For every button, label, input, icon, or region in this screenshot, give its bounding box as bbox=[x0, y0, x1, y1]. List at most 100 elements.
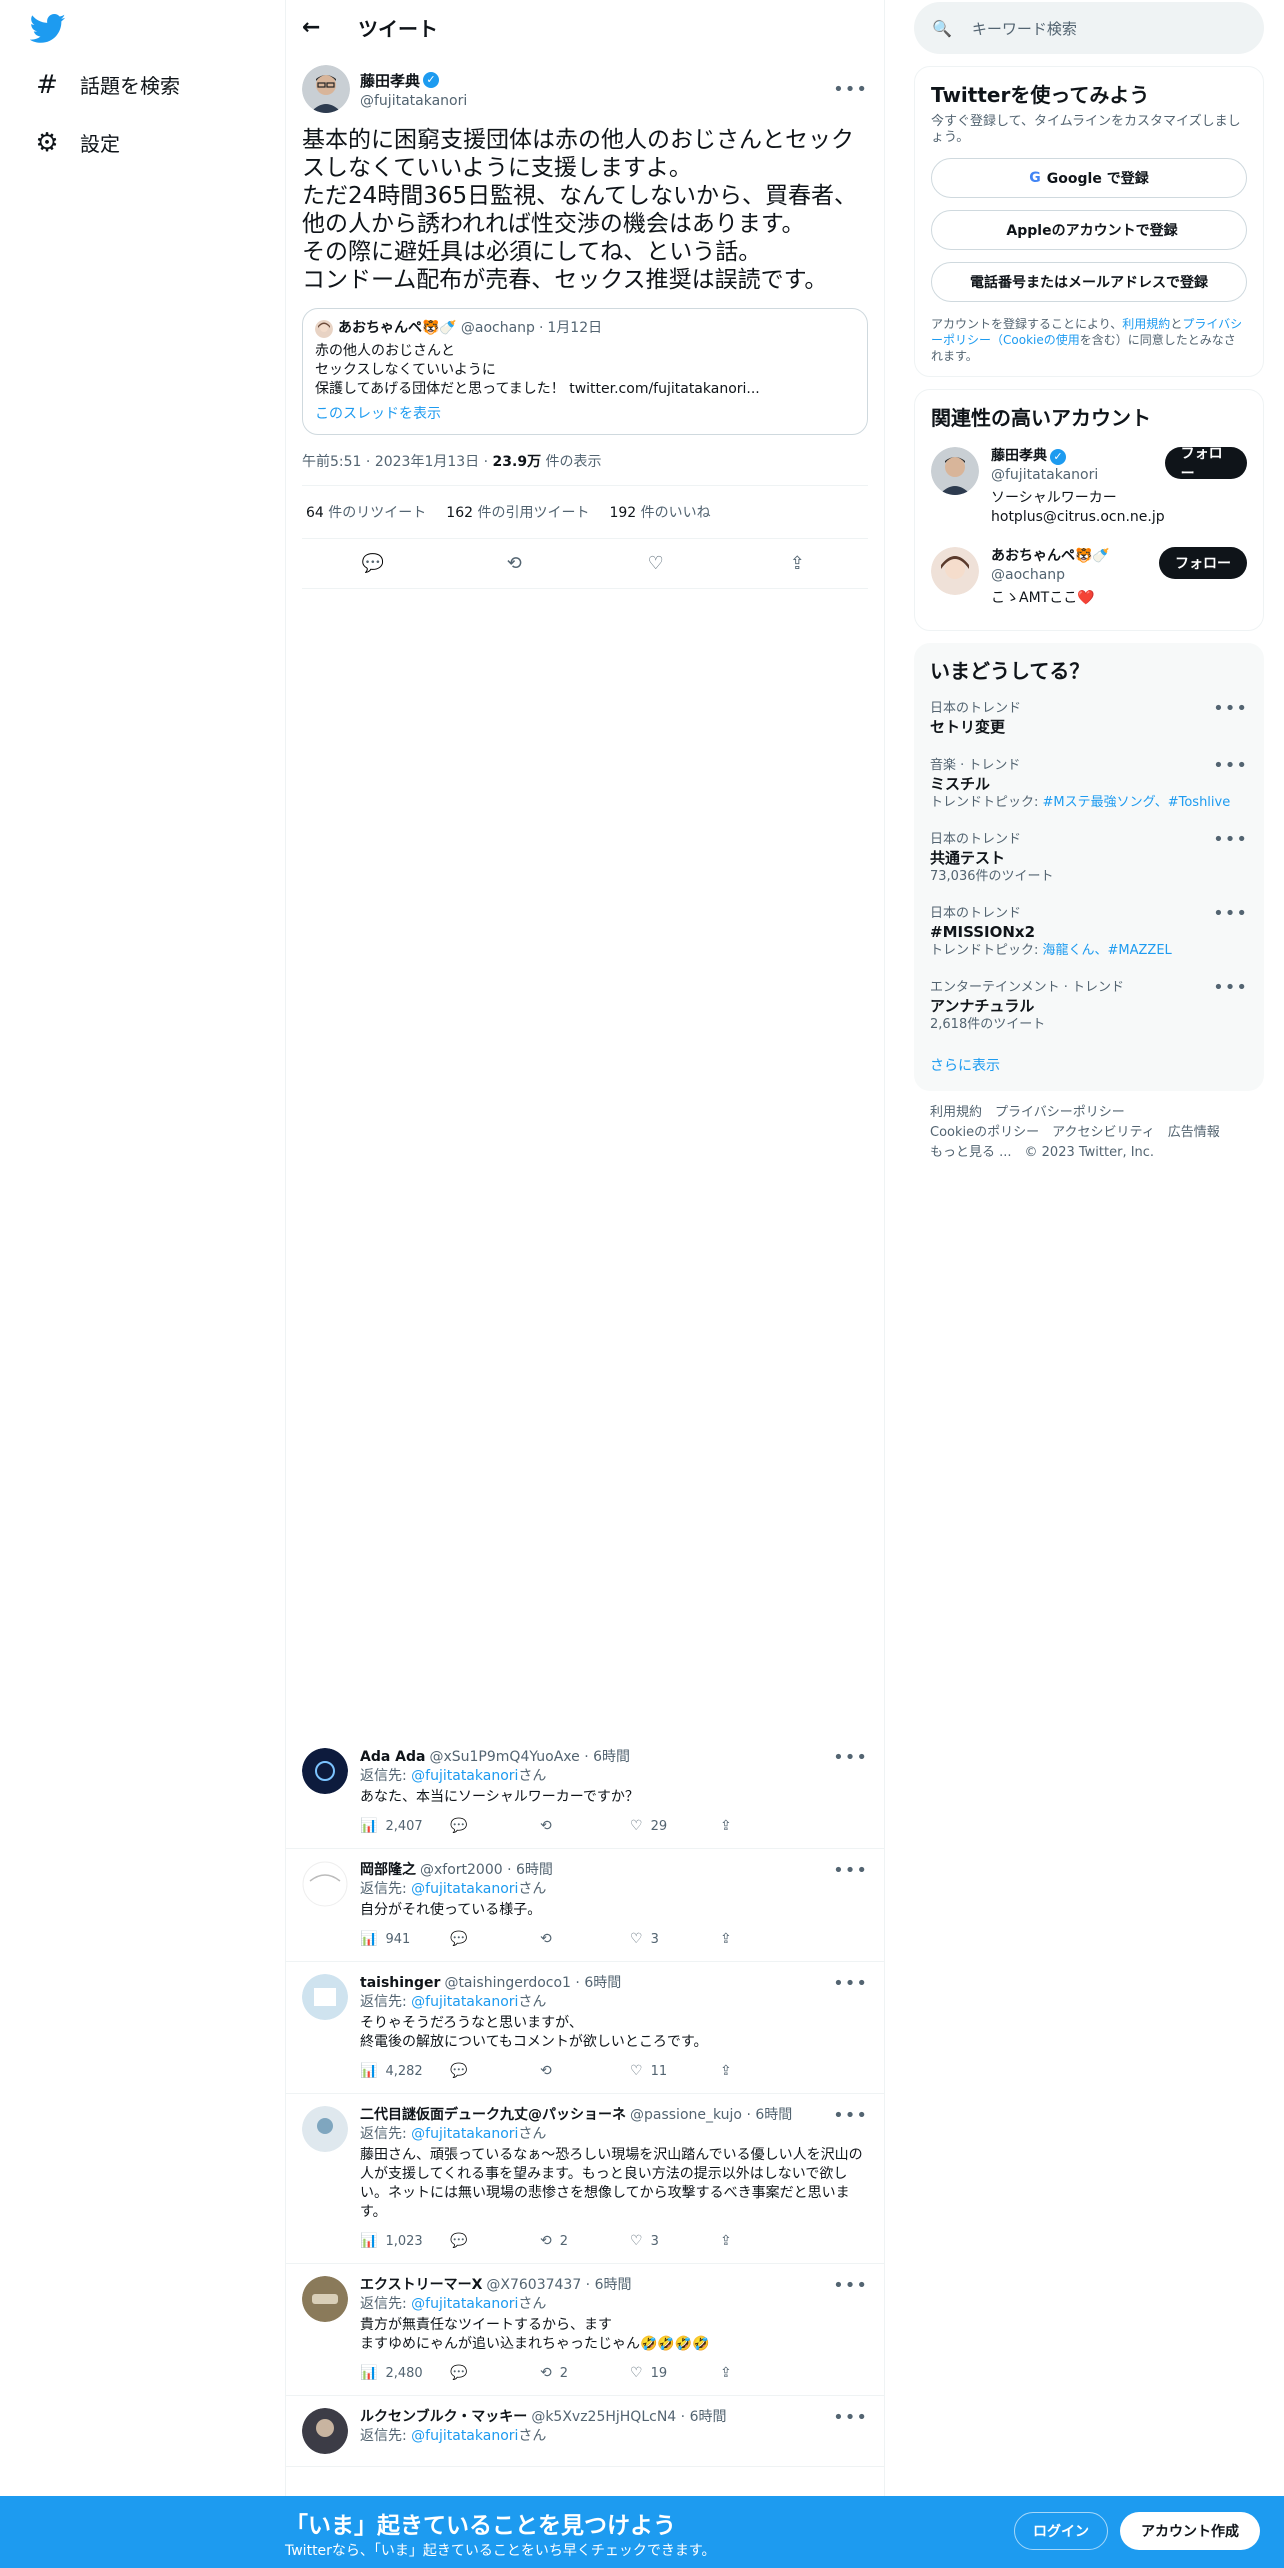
more-icon[interactable]: ••• bbox=[833, 1861, 868, 1880]
share-action[interactable]: ⇪ bbox=[720, 1817, 810, 1836]
reply-action[interactable]: 💬 bbox=[450, 1817, 540, 1836]
follow-button[interactable]: フォロー bbox=[1159, 547, 1247, 579]
share-action[interactable]: ⇪ bbox=[720, 2062, 810, 2081]
footer-links[interactable]: 利用規約 プライバシーポリシー bbox=[930, 1103, 1248, 1123]
more-icon[interactable]: ••• bbox=[1213, 757, 1248, 775]
reply-item[interactable]: 岡部隆之 @xfort2000 · 6時間 ••• 返信先: @fujitataka… bbox=[286, 1849, 884, 1962]
reply-avatar[interactable] bbox=[302, 2106, 348, 2152]
views-action[interactable]: 📊 1,023 bbox=[360, 2232, 450, 2251]
author-handle[interactable]: @fujitatakanori bbox=[360, 93, 833, 109]
trend-topics-link[interactable]: #Mステ最強ソング、#Toshlive bbox=[1043, 795, 1231, 810]
share-action[interactable]: ⇪ bbox=[720, 1930, 810, 1949]
reply-name[interactable]: エクストリーマーX bbox=[360, 2276, 482, 2295]
nav-settings[interactable]: ⚙ 設定 bbox=[34, 128, 120, 158]
avatar[interactable] bbox=[302, 65, 350, 113]
reply-action[interactable]: 💬 bbox=[450, 2364, 540, 2383]
like-icon[interactable]: ♡ bbox=[636, 553, 676, 574]
trend-item[interactable]: 音楽 · トレンド ミスチル トレンドトピック: #Mステ最強ソング、#Tosh… bbox=[930, 747, 1248, 821]
reply-to-handle[interactable]: @fujitatakanori bbox=[411, 2428, 518, 2444]
footer-links[interactable]: Cookieのポリシー アクセシビリティ 広告情報 bbox=[930, 1123, 1248, 1143]
reply-avatar[interactable] bbox=[302, 2408, 348, 2454]
account-item[interactable]: 藤田孝典 ✓ @fujitatakanori ソーシャルワーカー hotplus@… bbox=[931, 437, 1247, 537]
reply-name[interactable]: 岡部隆之 bbox=[360, 1861, 416, 1880]
signup-button[interactable]: アカウント作成 bbox=[1120, 2512, 1260, 2550]
reply-avatar[interactable] bbox=[302, 1748, 348, 1794]
retweet-action[interactable]: ⟲ bbox=[540, 1930, 630, 1949]
reply-action[interactable]: 💬 bbox=[450, 2062, 540, 2081]
retweet-icon[interactable]: ⟲ bbox=[494, 553, 534, 574]
tweet-time[interactable]: 午前5:51 bbox=[302, 454, 361, 470]
reply-name[interactable]: Ada Ada bbox=[360, 1748, 425, 1767]
reply-to-handle[interactable]: @fujitatakanori bbox=[411, 1768, 518, 1784]
more-icon[interactable]: ••• bbox=[833, 1974, 868, 1993]
more-icon[interactable]: ••• bbox=[833, 79, 868, 100]
like-action[interactable]: ♡ 11 bbox=[630, 2062, 720, 2081]
more-icon[interactable]: ••• bbox=[1213, 905, 1248, 923]
reply-action[interactable]: 💬 bbox=[450, 1930, 540, 1949]
reply-avatar[interactable] bbox=[302, 2276, 348, 2322]
like-stat[interactable]: 192 件のいいね bbox=[609, 502, 710, 522]
more-icon[interactable]: ••• bbox=[833, 1748, 868, 1767]
search-box[interactable]: 🔍 キーワード検索 bbox=[914, 2, 1264, 54]
reply-icon[interactable]: 💬 bbox=[353, 553, 393, 574]
account-name[interactable]: 藤田孝典 bbox=[991, 447, 1047, 466]
quoted-tweet[interactable]: あおちゃんペ🐯🍼 @aochanp · 1月12日 赤の他人のおじさんと セック… bbox=[302, 308, 868, 435]
trend-item[interactable]: 日本のトレンド セトリ変更 ••• bbox=[930, 690, 1248, 747]
terms-link[interactable]: 利用規約 bbox=[1122, 317, 1170, 331]
nav-explore[interactable]: # 話題を検索 bbox=[34, 70, 180, 100]
reply-to-handle[interactable]: @fujitatakanori bbox=[411, 1881, 518, 1897]
author-name[interactable]: 藤田孝典 bbox=[360, 70, 420, 91]
more-icon[interactable]: ••• bbox=[833, 2408, 868, 2427]
like-action[interactable]: ♡ 19 bbox=[630, 2364, 720, 2383]
search-input[interactable]: キーワード検索 bbox=[972, 18, 1077, 39]
more-icon[interactable]: ••• bbox=[1213, 979, 1248, 997]
footer-links[interactable]: もっと見る ... © 2023 Twitter, Inc. bbox=[930, 1143, 1248, 1163]
trend-item[interactable]: 日本のトレンド 共通テスト 73,036件のツイート ••• bbox=[930, 821, 1248, 895]
follow-button[interactable]: フォロー bbox=[1164, 446, 1247, 482]
back-arrow-icon[interactable]: ← bbox=[302, 15, 324, 40]
share-action[interactable]: ⇪ bbox=[720, 2232, 810, 2251]
reply-item[interactable]: エクストリーマーX @X76037437 · 6時間 ••• 返信先: @fujit… bbox=[286, 2264, 884, 2396]
retweet-stat[interactable]: 64 件のリツイート bbox=[306, 502, 426, 522]
reply-item[interactable]: ルクセンブルク・マッキー @k5Xvz25HjHQLcN4 · 6時間 ••• 返信… bbox=[286, 2396, 884, 2467]
reply-item[interactable]: 二代目謎仮面デューク九丈@パッショーネ @passione_kujo · 6時間 •… bbox=[286, 2094, 884, 2264]
retweet-action[interactable]: ⟲ bbox=[540, 2062, 630, 2081]
more-icon[interactable]: ••• bbox=[1213, 700, 1248, 718]
retweet-action[interactable]: ⟲ 2 bbox=[540, 2232, 630, 2251]
account-avatar[interactable] bbox=[931, 547, 979, 595]
quote-stat[interactable]: 162 件の引用ツイート bbox=[446, 502, 589, 522]
reply-avatar[interactable] bbox=[302, 1974, 348, 2020]
share-icon[interactable]: ⇪ bbox=[777, 553, 817, 574]
account-item[interactable]: あおちゃんペ🐯🍼 @aochanp こゝAMTここ❤️ フォロー bbox=[931, 537, 1247, 618]
reply-name[interactable]: 二代目謎仮面デューク九丈@パッショーネ bbox=[360, 2106, 626, 2125]
share-action[interactable]: ⇪ bbox=[720, 2364, 810, 2383]
like-action[interactable]: ♡ 3 bbox=[630, 1930, 720, 1949]
retweet-action[interactable]: ⟲ 2 bbox=[540, 2364, 630, 2383]
reply-item[interactable]: Ada Ada @xSu1P9mQ4YuoAxe · 6時間 ••• 返信先: @f… bbox=[286, 1736, 884, 1849]
like-action[interactable]: ♡ 29 bbox=[630, 1817, 720, 1836]
reply-avatar[interactable] bbox=[302, 1861, 348, 1907]
reply-to-handle[interactable]: @fujitatakanori bbox=[411, 2126, 518, 2142]
login-button[interactable]: ログイン bbox=[1014, 2512, 1108, 2550]
account-avatar[interactable] bbox=[931, 447, 979, 495]
views-action[interactable]: 📊 941 bbox=[360, 1930, 450, 1949]
show-thread-link[interactable]: このスレッドを表示 bbox=[315, 405, 855, 424]
reply-to-handle[interactable]: @fujitatakanori bbox=[411, 1994, 518, 2010]
retweet-action[interactable]: ⟲ bbox=[540, 1817, 630, 1836]
reply-to-handle[interactable]: @fujitatakanori bbox=[411, 2296, 518, 2312]
phone-signup-button[interactable]: 電話番号またはメールアドレスで登録 bbox=[931, 262, 1247, 302]
apple-signup-button[interactable]: Appleのアカウントで登録 bbox=[931, 210, 1247, 250]
like-action[interactable]: ♡ 3 bbox=[630, 2232, 720, 2251]
more-icon[interactable]: ••• bbox=[1213, 831, 1248, 849]
reply-name[interactable]: taishinger bbox=[360, 1974, 440, 1993]
tweet-date[interactable]: 2023年1月13日 bbox=[375, 454, 479, 470]
more-icon[interactable]: ••• bbox=[833, 2106, 868, 2125]
views-action[interactable]: 📊 2,480 bbox=[360, 2364, 450, 2383]
twitter-logo-icon[interactable] bbox=[30, 14, 66, 44]
reply-name[interactable]: ルクセンブルク・マッキー bbox=[360, 2408, 527, 2427]
trend-item[interactable]: エンターテインメント · トレンド アンナチュラル 2,618件のツイート ••… bbox=[930, 969, 1248, 1043]
google-signup-button[interactable]: G Google で登録 bbox=[931, 158, 1247, 198]
trend-topics-link[interactable]: 海龍くん、#MAZZEL bbox=[1043, 943, 1172, 958]
account-name[interactable]: あおちゃんペ🐯🍼 bbox=[991, 547, 1110, 566]
views-action[interactable]: 📊 2,407 bbox=[360, 1817, 450, 1836]
